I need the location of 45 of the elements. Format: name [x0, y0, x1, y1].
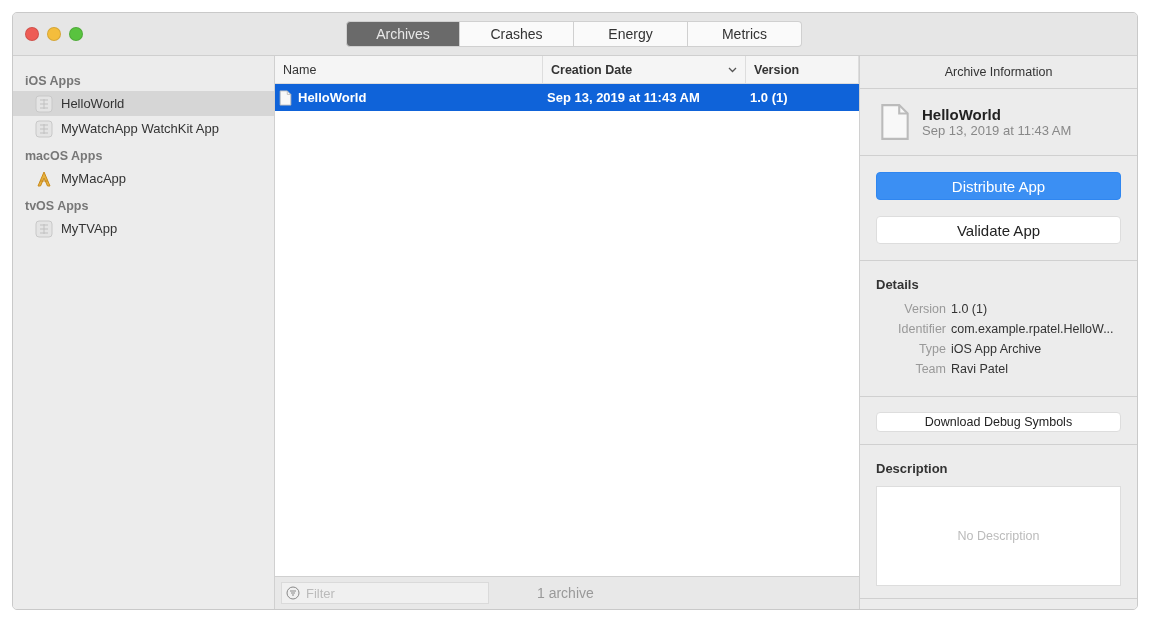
detail-label: Version: [903, 302, 946, 316]
group-title: macOS Apps: [24, 148, 104, 165]
sidebar-item[interactable]: MyWatchApp WatchKit App: [13, 116, 274, 141]
tab[interactable]: Archives: [346, 21, 460, 47]
table-cell: 1.0 (1): [750, 90, 788, 105]
detail-value: com.example.rpatel.HelloW...: [951, 322, 1115, 336]
detail-value: Ravi Patel: [951, 362, 1009, 376]
document-icon: [880, 103, 910, 141]
archive-date: Sep 13, 2019 at 11:43 AM: [922, 123, 1072, 138]
chevron-icon: [728, 66, 737, 73]
section-title: Description: [876, 461, 949, 476]
sidebar-item[interactable]: MyMacApp: [13, 166, 274, 191]
column-header[interactable]: Creation Date: [543, 56, 746, 83]
column-header[interactable]: Version: [746, 56, 859, 83]
table-row[interactable]: HelloWorld Sep 13, 2019 at 11:43 AM 1.0 (1): [275, 84, 859, 111]
detail-label: Type: [917, 342, 946, 356]
section-title: Details: [876, 277, 920, 292]
filter-icon: [286, 586, 300, 600]
app-icon: [35, 219, 53, 238]
detail-value: 1.0 (1): [951, 302, 989, 316]
archive-icon: [279, 89, 292, 106]
group-title: tvOS Apps: [24, 198, 90, 215]
app-icon: [35, 169, 53, 188]
tab[interactable]: Crashes: [460, 21, 574, 47]
table-cell: Sep 13, 2019 at 11:43 AM: [547, 90, 700, 105]
sidebar-item[interactable]: HelloWorld: [13, 91, 274, 116]
archive-name: HelloWorld: [922, 106, 1002, 123]
download-symbols-button[interactable]: Download Debug Symbols: [876, 412, 1121, 432]
inspector-title: Archive Information: [860, 56, 1137, 89]
detail-value: iOS App Archive: [951, 342, 1043, 356]
app-icon: [35, 94, 53, 113]
detail-label: Identifier: [897, 322, 946, 336]
zoom-button[interactable]: [69, 27, 83, 41]
minimize-button[interactable]: [47, 27, 61, 41]
table-cell: HelloWorld: [298, 90, 367, 105]
archive-count: 1 archive: [537, 585, 594, 601]
tab[interactable]: Energy: [574, 21, 688, 47]
close-button[interactable]: [25, 27, 39, 41]
app-icon: [35, 119, 53, 138]
validate-app-button[interactable]: Validate App: [876, 216, 1121, 244]
column-header[interactable]: Name: [275, 56, 543, 83]
sidebar-item[interactable]: MyTVApp: [13, 216, 274, 241]
detail-label: Team: [914, 362, 946, 376]
tab[interactable]: Metrics: [688, 21, 802, 47]
group-title: iOS Apps: [24, 73, 82, 90]
